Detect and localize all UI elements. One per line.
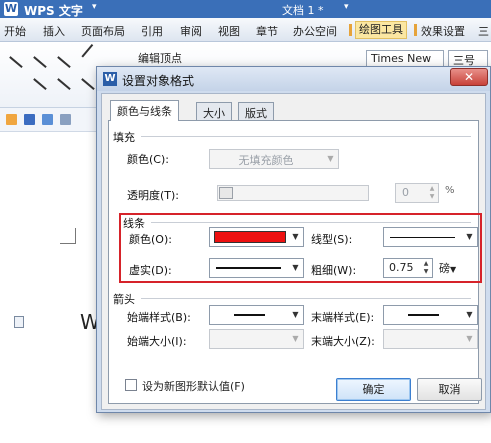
line-width-value: 0.75 [389, 261, 414, 274]
chevron-down-icon: ▼ [292, 232, 299, 241]
tab-color-and-lines[interactable]: 颜色与线条 [110, 100, 179, 121]
dash-label: 虚实(D): [129, 264, 172, 277]
spinner-arrows-icon[interactable]: ▲ ▼ [421, 260, 431, 276]
line-width-input[interactable]: 0.75 ▲ ▼ [383, 258, 433, 278]
line-shape-icon[interactable] [9, 56, 23, 68]
menu-references[interactable]: 引用 [141, 23, 163, 39]
section-divider [151, 222, 471, 223]
set-default-label[interactable]: 设为新图形默认值(F) [142, 378, 245, 394]
wps-logo-icon: W [4, 2, 18, 16]
begin-style-select[interactable]: ▼ [209, 305, 304, 325]
line-color-label: 颜色(O): [129, 233, 172, 246]
elbow-shape-icon[interactable] [33, 78, 47, 90]
menubar: 开始 插入 页面布局 引用 审阅 视图 章节 办公空间 绘图工具 效果设置 三 [0, 18, 491, 42]
line-width-label: 粗细(W): [311, 264, 357, 277]
menu-drawing-tools[interactable]: 绘图工具 [355, 21, 407, 39]
connector-arrow-shape-icon[interactable] [81, 78, 95, 90]
end-style-sample [408, 314, 439, 316]
end-style-select[interactable]: ▼ [383, 305, 478, 325]
save-icon[interactable] [24, 114, 35, 125]
ok-button[interactable]: 确定 [336, 378, 411, 401]
opacity-input[interactable]: 0 ▲ ▼ [395, 183, 439, 203]
fill-color-label: 颜色(C): [127, 153, 169, 166]
dash-style-sample [216, 267, 281, 269]
print-icon[interactable] [42, 114, 53, 125]
double-arrow-shape-icon[interactable] [57, 56, 71, 68]
arrow-shape-icon[interactable] [33, 56, 47, 68]
opacity-value: 0 [402, 186, 409, 199]
end-size-select[interactable]: ▼ [383, 329, 478, 349]
format-object-dialog: W 设置对象格式 ✕ 颜色与线条 大小 版式 填充 颜色(C): 无填充颜色 ▼… [96, 66, 491, 413]
fill-color-value: 无填充颜色 [238, 154, 294, 167]
menu-cut-item[interactable]: 三 [478, 23, 489, 39]
menu-separator [414, 24, 417, 36]
menu-chapter[interactable]: 章节 [256, 23, 278, 39]
line-section-label: 线条 [123, 217, 145, 230]
chevron-down-icon: ▼ [292, 334, 299, 343]
dash-style-select[interactable]: ▼ [209, 258, 304, 278]
menu-separator [349, 24, 352, 36]
chevron-down-icon: ▼ [450, 265, 457, 274]
chevron-down-icon: ▼ [292, 263, 299, 272]
document-title: 文档 1 * [282, 4, 324, 17]
connector-shape-icon[interactable] [57, 78, 71, 90]
begin-style-label: 始端样式(B): [127, 311, 191, 324]
set-default-checkbox[interactable] [125, 379, 137, 391]
fill-section-label: 填充 [113, 131, 135, 144]
menu-home[interactable]: 开始 [4, 23, 26, 39]
chevron-down-icon: ▼ [466, 334, 473, 343]
line-style-sample [390, 237, 455, 238]
arrows-section-label: 箭头 [113, 293, 135, 306]
tab-layout[interactable]: 版式 [238, 102, 274, 120]
shapes-gallery[interactable] [6, 44, 110, 102]
edit-vertex-button[interactable]: 编辑顶点 [138, 50, 182, 66]
spinner-arrows-icon[interactable]: ▲ ▼ [427, 185, 437, 201]
begin-size-select[interactable]: ▼ [209, 329, 304, 349]
dialog-title: 设置对象格式 [122, 74, 195, 88]
line-width-unit[interactable]: 磅▼ [439, 260, 456, 276]
tab-panel: 填充 颜色(C): 无填充颜色 ▼ 透明度(T): 0 ▲ ▼ % 线条 颜色(O… [108, 120, 482, 404]
cancel-button[interactable]: 取消 [417, 378, 482, 401]
chevron-down-icon: ▼ [292, 310, 299, 319]
line-style-select[interactable]: ▼ [383, 227, 478, 247]
chevron-down-icon: ▼ [327, 154, 334, 163]
line-width-unit-text: 磅 [439, 262, 450, 275]
page-margin-corner [60, 228, 76, 244]
line-color-select[interactable]: ▼ [209, 227, 304, 247]
opacity-label: 透明度(T): [127, 189, 180, 202]
fill-color-select[interactable]: 无填充颜色 ▼ [209, 149, 339, 169]
line-color-swatch [214, 231, 286, 243]
end-size-label: 末端大小(Z): [311, 335, 375, 348]
dialog-titlebar[interactable]: W 设置对象格式 ✕ [97, 67, 490, 91]
menu-page-layout[interactable]: 页面布局 [81, 23, 125, 39]
document-chevron-icon[interactable]: ▾ [344, 2, 349, 12]
menu-view[interactable]: 视图 [218, 23, 240, 39]
section-divider [141, 298, 471, 299]
begin-style-sample [234, 314, 265, 316]
open-icon[interactable] [6, 114, 17, 125]
end-style-label: 末端样式(E): [311, 311, 375, 324]
wps-logo-icon: W [103, 72, 117, 86]
opacity-unit: % [445, 185, 455, 196]
close-icon[interactable]: ✕ [450, 68, 488, 86]
begin-size-label: 始端大小(I): [127, 335, 187, 348]
page-icon [14, 316, 24, 328]
menu-effects[interactable]: 效果设置 [421, 23, 465, 39]
chevron-down-icon: ▼ [466, 310, 473, 319]
app-titlebar: W WPS 文字 ▾ 文档 1 * ▾ [0, 0, 491, 18]
menu-review[interactable]: 审阅 [180, 23, 202, 39]
opacity-slider[interactable] [217, 185, 369, 201]
menu-insert[interactable]: 插入 [43, 23, 65, 39]
curve-shape-icon[interactable] [81, 44, 93, 58]
line-style-label: 线型(S): [311, 233, 353, 246]
dialog-body: 颜色与线条 大小 版式 填充 颜色(C): 无填充颜色 ▼ 透明度(T): 0 … [101, 93, 486, 410]
section-divider [141, 136, 471, 137]
preview-icon[interactable] [60, 114, 71, 125]
app-menu-chevron-icon[interactable]: ▾ [92, 2, 97, 12]
tab-size[interactable]: 大小 [196, 102, 232, 120]
chevron-down-icon: ▼ [466, 232, 473, 241]
app-name[interactable]: WPS 文字 [24, 2, 83, 19]
menu-office-space[interactable]: 办公空间 [293, 23, 337, 39]
slider-thumb[interactable] [219, 187, 233, 199]
